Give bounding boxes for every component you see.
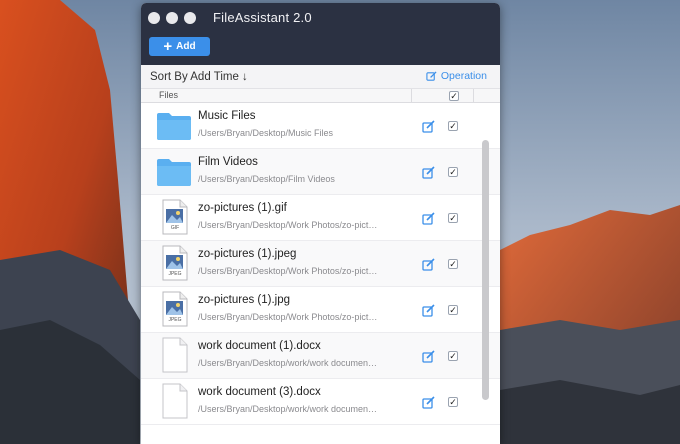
file-row[interactable]: Film Videos/Users/Bryan/Desktop/Film Vid… bbox=[141, 149, 500, 195]
edit-icon bbox=[426, 70, 437, 81]
edit-icon[interactable] bbox=[422, 258, 436, 276]
image-file-icon: GIF bbox=[162, 199, 188, 240]
file-name: work document (3).docx bbox=[198, 386, 321, 398]
window-title: FileAssistant 2.0 bbox=[213, 10, 312, 25]
edit-icon[interactable] bbox=[422, 212, 436, 230]
app-window: FileAssistant 2.0 + Add Sort By Add Time… bbox=[141, 3, 500, 444]
file-type-badge: GIF bbox=[170, 225, 180, 231]
image-file-icon: JPEG bbox=[162, 291, 188, 332]
sort-bar: Sort By Add Time ↓ Operation bbox=[141, 65, 500, 89]
add-button-label: Add bbox=[176, 41, 196, 52]
plus-icon: + bbox=[163, 37, 173, 55]
add-button[interactable]: + Add bbox=[149, 37, 210, 56]
file-checkbox[interactable]: ✓ bbox=[448, 351, 458, 361]
window-controls bbox=[148, 12, 196, 24]
sort-dropdown[interactable]: Sort By Add Time ↓ bbox=[150, 71, 248, 83]
file-path: /Users/Bryan/Desktop/Music Files bbox=[198, 128, 334, 138]
file-name: work document (1).docx bbox=[198, 340, 321, 352]
title-bar: FileAssistant 2.0 + Add bbox=[141, 3, 500, 65]
folder-icon bbox=[156, 157, 192, 192]
file-row[interactable]: Music Files/Users/Bryan/Desktop/Music Fi… bbox=[141, 103, 500, 149]
edit-icon[interactable] bbox=[422, 396, 436, 414]
operation-label: Operation bbox=[440, 70, 487, 82]
file-row[interactable]: JPEG zo-pictures (1).jpg/Users/Bryan/Desk… bbox=[141, 287, 500, 333]
image-file-icon: JPEG bbox=[162, 245, 188, 286]
file-row[interactable]: GIF zo-pictures (1).gif/Users/Bryan/Deskt… bbox=[141, 195, 500, 241]
edit-icon[interactable] bbox=[422, 350, 436, 368]
document-icon bbox=[162, 337, 188, 378]
column-header: Files ✓ bbox=[141, 89, 500, 103]
file-name: Film Videos bbox=[198, 156, 258, 168]
file-list: Music Files/Users/Bryan/Desktop/Music Fi… bbox=[141, 103, 500, 425]
files-column-header: Files bbox=[159, 90, 179, 100]
file-row[interactable]: work document (3).docx/Users/Bryan/Deskt… bbox=[141, 379, 500, 425]
zoom-window-button[interactable] bbox=[184, 12, 196, 24]
file-path: /Users/Bryan/Desktop/Work Photos/zo-pict… bbox=[198, 220, 378, 230]
file-type-badge: JPEG bbox=[168, 317, 182, 323]
scrollbar-thumb[interactable] bbox=[482, 140, 489, 400]
file-checkbox[interactable]: ✓ bbox=[448, 305, 458, 315]
file-checkbox[interactable]: ✓ bbox=[448, 121, 458, 131]
minimize-window-button[interactable] bbox=[166, 12, 178, 24]
file-checkbox[interactable]: ✓ bbox=[448, 397, 458, 407]
operation-button[interactable]: Operation bbox=[426, 70, 487, 82]
file-name: zo-pictures (1).jpg bbox=[198, 294, 291, 306]
edit-icon[interactable] bbox=[422, 120, 436, 138]
file-name: zo-pictures (1).gif bbox=[198, 202, 287, 214]
file-row[interactable]: work document (1).docx/Users/Bryan/Deskt… bbox=[141, 333, 500, 379]
file-row[interactable]: JPEG zo-pictures (1).jpeg/Users/Bryan/Des… bbox=[141, 241, 500, 287]
edit-icon[interactable] bbox=[422, 304, 436, 322]
edit-icon[interactable] bbox=[422, 166, 436, 184]
file-name: Music Files bbox=[198, 110, 256, 122]
file-checkbox[interactable]: ✓ bbox=[448, 259, 458, 269]
file-path: /Users/Bryan/Desktop/work/work documen… bbox=[198, 404, 378, 414]
select-all-checkbox[interactable]: ✓ bbox=[449, 91, 459, 101]
file-name: zo-pictures (1).jpeg bbox=[198, 248, 297, 260]
folder-icon bbox=[156, 111, 192, 146]
column-divider bbox=[411, 89, 412, 102]
file-checkbox[interactable]: ✓ bbox=[448, 213, 458, 223]
file-type-badge: JPEG bbox=[168, 271, 182, 277]
document-icon bbox=[162, 383, 188, 424]
file-path: /Users/Bryan/Desktop/work/work documen… bbox=[198, 358, 378, 368]
file-path: /Users/Bryan/Desktop/Film Videos bbox=[198, 174, 335, 184]
file-checkbox[interactable]: ✓ bbox=[448, 167, 458, 177]
close-window-button[interactable] bbox=[148, 12, 160, 24]
file-path: /Users/Bryan/Desktop/Work Photos/zo-pict… bbox=[198, 312, 378, 322]
file-path: /Users/Bryan/Desktop/Work Photos/zo-pict… bbox=[198, 266, 378, 276]
column-divider bbox=[473, 89, 474, 102]
